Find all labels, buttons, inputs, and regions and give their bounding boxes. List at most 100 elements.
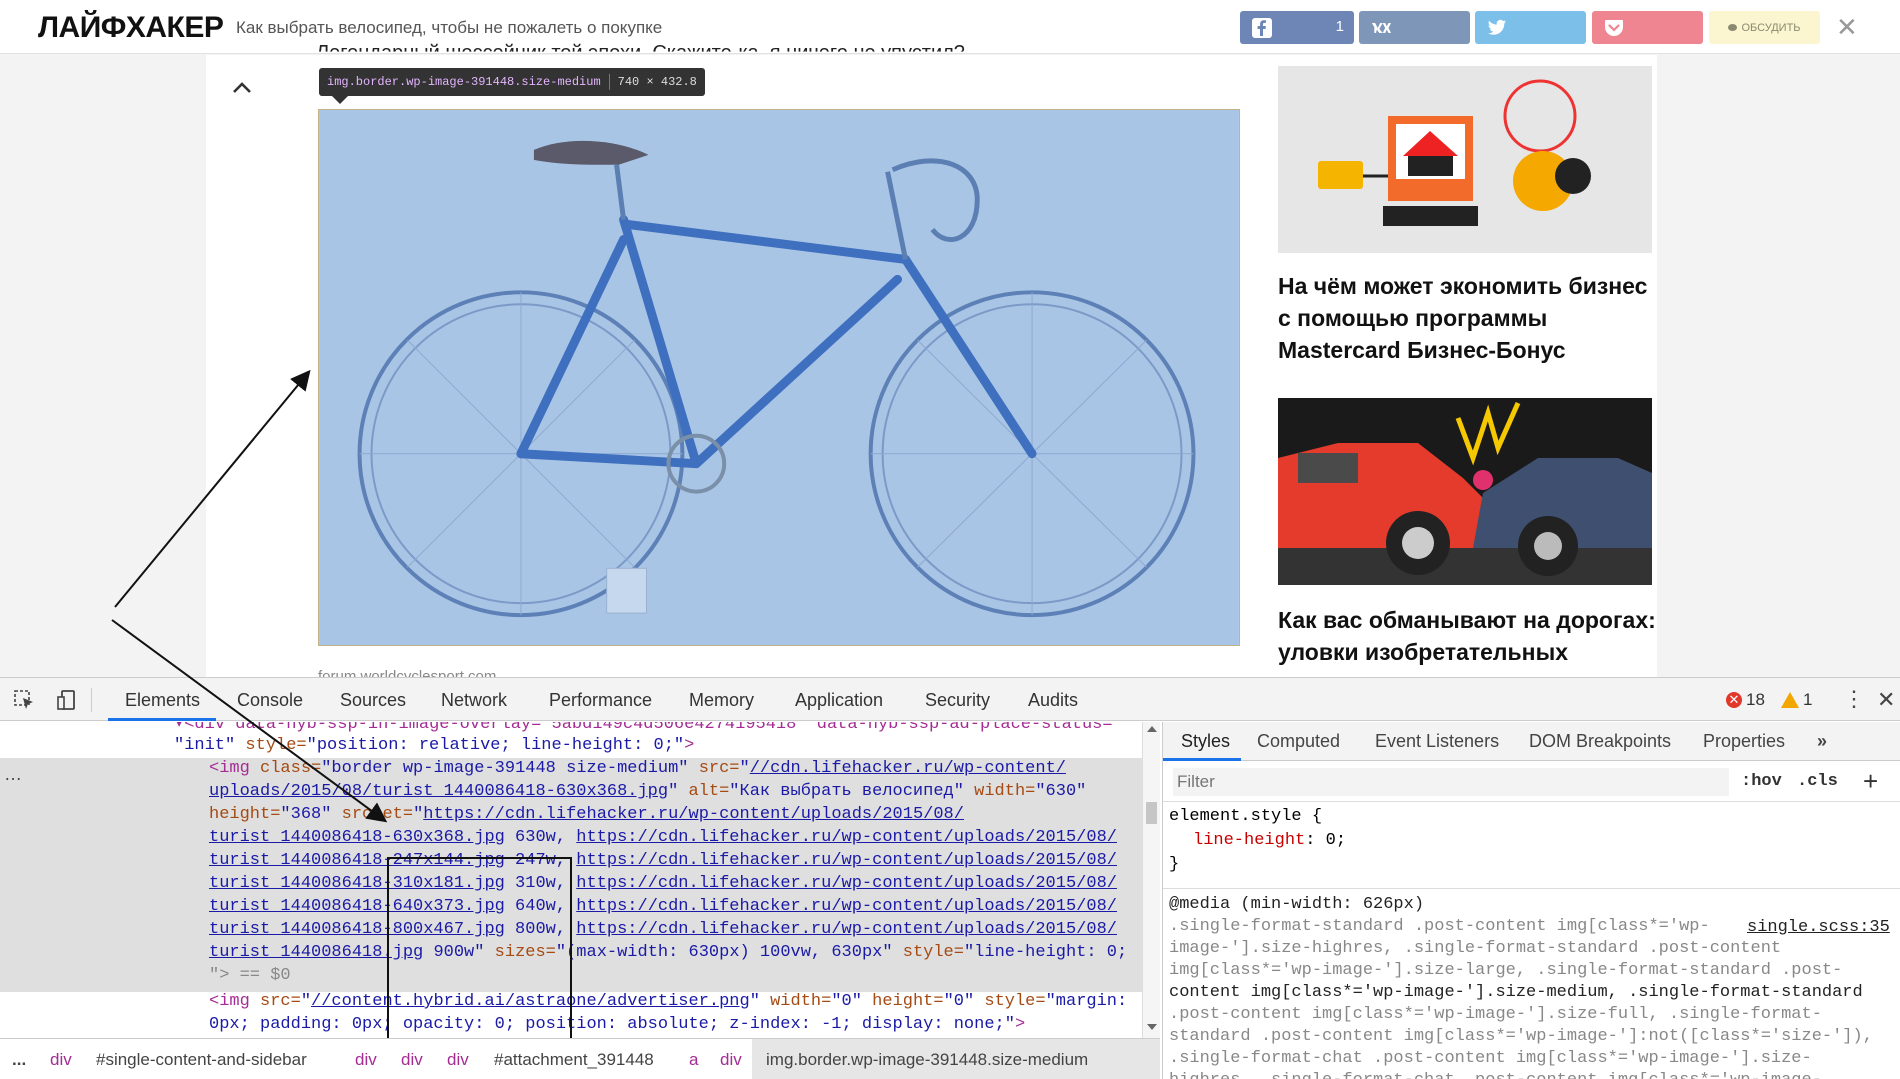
breadcrumb-item[interactable]: div <box>401 1050 423 1070</box>
dom-line-img2-cont[interactable]: 0px; padding: 0px; opacity: 0; position:… <box>209 1013 1025 1036</box>
inspect-element-icon[interactable] <box>13 689 35 711</box>
element-style-declaration[interactable]: line-height: 0; <box>1193 830 1346 852</box>
promo-card-image[interactable] <box>1278 66 1652 253</box>
dom-src-link[interactable]: //cdn.lifehacker.ru/wp-content/ <box>750 759 1066 778</box>
tab-audits[interactable]: Audits <box>1028 690 1078 711</box>
annotation-rectangle <box>387 857 572 1038</box>
css-selector-line-matched: content img[class*='wp-image-'].size-med… <box>1169 983 1863 1002</box>
tab-computed[interactable]: Computed <box>1257 731 1340 752</box>
dom-line-img-2[interactable]: uploads/2015/08/turist_1440086418-630x36… <box>209 780 1086 803</box>
srcset-next-link[interactable]: https://cdn.lifehacker.ru/wp-content/upl… <box>576 828 1117 847</box>
devtools-close-icon[interactable]: ✕ <box>1877 687 1895 713</box>
css-prop-line-height: line-height <box>1193 831 1306 850</box>
tab-network[interactable]: Network <box>441 690 507 711</box>
dom-img2-style-val: "margin: <box>1045 992 1128 1011</box>
more-options-icon[interactable]: ⋮ <box>1843 688 1865 710</box>
element-style-close: } <box>1169 855 1180 874</box>
breadcrumb-item[interactable]: a <box>689 1050 698 1070</box>
cls-toggle[interactable]: .cls <box>1797 772 1838 791</box>
dom-breadcrumb: ... div #single-content-and-sidebar div … <box>0 1038 1160 1079</box>
tooltip-selector: img.border.wp-image-391448.size-medium <box>327 75 601 89</box>
page-right-gutter <box>1657 55 1900 677</box>
breadcrumb-item[interactable]: #single-content-and-sidebar <box>96 1050 307 1070</box>
cars-card-image[interactable] <box>1278 398 1652 585</box>
styles-active-tab-indicator <box>1163 758 1241 761</box>
dom-src-link-cont[interactable]: uploads/2015/08/turist_1440086418-630x36… <box>209 782 668 801</box>
article-image-highlighted[interactable] <box>318 109 1240 646</box>
srcset-file[interactable]: turist_1440086418-630x368.jpg <box>209 828 505 847</box>
dom-line-div-attrs[interactable]: "init" style="position: relative; line-h… <box>174 734 694 757</box>
tab-styles[interactable]: Styles <box>1181 731 1230 752</box>
scss-source-link[interactable]: single.scss:35 <box>1747 918 1890 937</box>
tab-properties[interactable]: Properties <box>1703 731 1785 752</box>
srcset-next-link[interactable]: https://cdn.lifehacker.ru/wp-content/upl… <box>576 920 1117 939</box>
tab-security[interactable]: Security <box>925 690 990 711</box>
breadcrumb-item[interactable]: #attachment_391448 <box>494 1050 654 1070</box>
tab-sources[interactable]: Sources <box>340 690 406 711</box>
tab-memory[interactable]: Memory <box>689 690 754 711</box>
tab-event-listeners[interactable]: Event Listeners <box>1375 731 1499 752</box>
breadcrumb-item[interactable]: div <box>355 1050 377 1070</box>
tab-console[interactable]: Console <box>237 690 303 711</box>
breadcrumb-ellipsis[interactable]: ... <box>12 1050 26 1070</box>
warning-counter[interactable]: 1 <box>1781 690 1812 710</box>
dom-img-style-val: "line-height: 0; <box>963 943 1128 962</box>
scroll-up-arrow[interactable] <box>1147 726 1157 732</box>
chevron-up-icon[interactable] <box>230 76 254 100</box>
promo-card-title[interactable]: На чём может экономить бизнес с помощью … <box>1278 270 1658 366</box>
dom-style-attr: style= <box>235 736 307 755</box>
error-counter[interactable]: ✕ 18 <box>1726 690 1765 710</box>
dom-srcset-row[interactable]: turist_1440086418-630x368.jpg 630w, http… <box>209 826 1117 849</box>
dom-srcset-row[interactable]: turist_1440086418-247x144.jpg 247w, http… <box>209 849 1117 872</box>
dom-srcset-last-row[interactable]: turist_1440086418.jpg 900w" sizes="(max-… <box>209 941 1127 964</box>
share-twitter-button[interactable] <box>1475 11 1586 44</box>
breadcrumb-item-active[interactable]: img.border.wp-image-391448.size-medium <box>766 1050 1088 1070</box>
breadcrumb-item[interactable]: div <box>447 1050 469 1070</box>
rule-divider <box>1163 888 1900 889</box>
hov-toggle[interactable]: :hov <box>1741 772 1782 791</box>
dom-alt-attr: alt= <box>678 782 730 801</box>
node-actions-ellipsis[interactable]: … <box>4 763 22 786</box>
dom-tree-scroll-thumb[interactable] <box>1146 802 1157 824</box>
tab-elements[interactable]: Elements <box>125 690 200 711</box>
dom-srcset-row[interactable]: turist_1440086418-800x467.jpg 800w, http… <box>209 918 1117 941</box>
discuss-button[interactable]: ОБСУДИТЬ <box>1709 11 1820 44</box>
dom-img2-close: > <box>1014 1015 1026 1034</box>
device-toolbar-icon[interactable] <box>56 689 78 711</box>
share-pocket-button[interactable] <box>1592 11 1703 44</box>
scroll-down-arrow[interactable] <box>1147 1024 1157 1030</box>
media-rule: @media (min-width: 626px) <box>1169 895 1425 914</box>
dom-line-img-1[interactable]: <img class="border wp-image-391448 size-… <box>209 757 1066 780</box>
tab-performance[interactable]: Performance <box>549 690 652 711</box>
tab-dom-breakpoints[interactable]: DOM Breakpoints <box>1529 731 1671 752</box>
breadcrumb-item[interactable]: div <box>720 1050 742 1070</box>
dom-srcset-row[interactable]: turist_1440086418-640x373.jpg 640w, http… <box>209 895 1117 918</box>
srcset-next-link[interactable]: https://cdn.lifehacker.ru/wp-content/upl… <box>576 897 1117 916</box>
srcset-next-link[interactable]: https://cdn.lifehacker.ru/wp-content/upl… <box>576 851 1117 870</box>
close-icon[interactable]: ✕ <box>1836 12 1858 43</box>
dom-srcset-row[interactable]: turist_1440086418-310x181.jpg 310w, http… <box>209 872 1117 895</box>
css-selector-line: .post-content img[class*='wp-image-'].si… <box>1169 1005 1822 1024</box>
dom-style-val: "position: relative; line-height: 0;" <box>306 736 685 755</box>
dom-line-img-3[interactable]: height="368" srcset="https://cdn.lifehac… <box>209 803 964 826</box>
dom-tree-scrollbar[interactable] <box>1142 722 1160 1038</box>
dom-tree[interactable]: … ▾<div data-hyb-ssp-in-image-overlay="5… <box>0 722 1142 1038</box>
share-vk-button[interactable] <box>1359 11 1470 44</box>
dom-width-val: "630" <box>1035 782 1087 801</box>
breadcrumb-item[interactable]: div <box>50 1050 72 1070</box>
share-facebook-button[interactable]: 1 <box>1240 11 1354 44</box>
tab-application[interactable]: Application <box>795 690 883 711</box>
srcset-next-link[interactable]: https://cdn.lifehacker.ru/wp-content/upl… <box>576 874 1117 893</box>
new-rule-icon[interactable]: + <box>1863 766 1878 797</box>
site-logo[interactable]: ЛАЙФХАКЕР <box>38 11 224 45</box>
share-facebook-count: 1 <box>1335 18 1344 35</box>
dom-img2-width-attr: width= <box>759 992 832 1011</box>
more-tabs-icon[interactable]: » <box>1817 731 1827 752</box>
styles-filter-input[interactable] <box>1173 768 1729 796</box>
dom-srcset-base[interactable]: https://cdn.lifehacker.ru/wp-content/upl… <box>423 805 964 824</box>
screen: ЛАЙФХАКЕР Как выбрать велосипед, чтобы н… <box>0 0 1900 1079</box>
dom-src-attr: src= <box>688 759 740 778</box>
dom-line-img2[interactable]: <img src="//content.hybrid.ai/astraone/a… <box>209 990 1127 1013</box>
cars-card-title[interactable]: Как вас обманывают на дорогах: уловки из… <box>1278 604 1658 668</box>
dom-img2-width-val: "0" <box>831 992 862 1011</box>
